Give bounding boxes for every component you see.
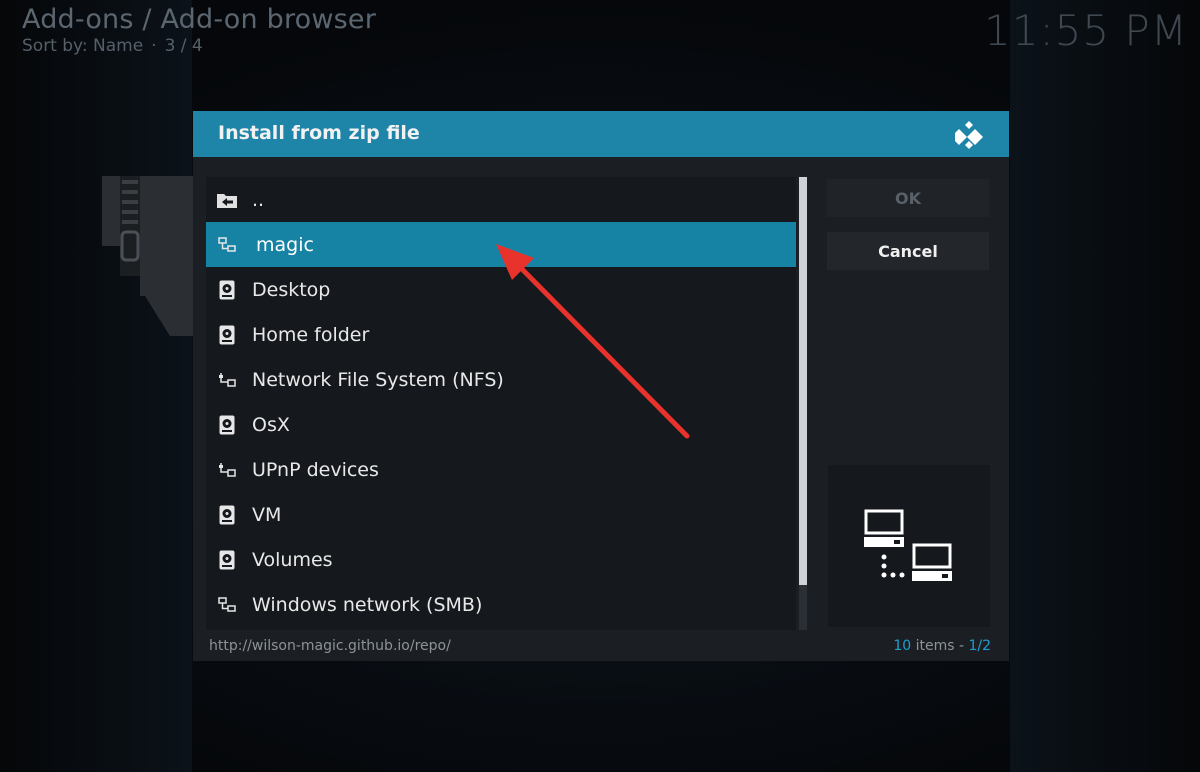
zip-file-icon: [102, 176, 200, 336]
network-share-icon: [216, 594, 238, 616]
list-item-volumes[interactable]: Volumes: [206, 537, 796, 582]
list-item-label: Desktop: [252, 278, 331, 301]
hard-drive-icon: [216, 504, 238, 526]
item-count-page: 1/2: [968, 638, 991, 654]
list-item-label: Windows network (SMB): [252, 593, 483, 616]
hard-drive-icon: [216, 279, 238, 301]
dialog-title: Install from zip file: [218, 122, 420, 144]
list-item-smb[interactable]: Windows network (SMB): [206, 582, 796, 627]
list-item-label: Volumes: [252, 548, 333, 571]
cancel-button[interactable]: Cancel: [827, 232, 989, 270]
list-item-vm[interactable]: VM: [206, 492, 796, 537]
list-item-label: Network File System (NFS): [252, 368, 504, 391]
list-item-desktop[interactable]: Desktop: [206, 267, 796, 312]
list-item-label: OsX: [252, 413, 290, 436]
list-item-home-folder[interactable]: Home folder: [206, 312, 796, 357]
hard-drive-icon: [216, 324, 238, 346]
clock: 11:55 PM: [984, 6, 1188, 55]
dialog-header: Install from zip file: [193, 111, 1009, 157]
list-item-osx[interactable]: OsX: [206, 402, 796, 447]
network-icon: [216, 369, 238, 391]
list-scrollbar[interactable]: [799, 177, 807, 630]
item-count: 10 items - 1/2: [893, 638, 991, 654]
install-from-zip-dialog: Install from zip file .. magic Desktop H…: [193, 111, 1009, 661]
breadcrumb: Add-ons / Add-on browser: [22, 4, 377, 35]
scrollbar-thumb[interactable]: [799, 177, 807, 585]
network-computers-icon: [864, 509, 952, 581]
item-preview: [828, 465, 990, 627]
item-count-number: 10: [893, 638, 912, 654]
folder-back-icon: [216, 189, 238, 211]
background-left: [0, 0, 192, 772]
ok-button[interactable]: OK: [827, 179, 989, 217]
list-item-label: Home folder: [252, 323, 370, 346]
current-path: http://wilson-magic.github.io/repo/: [209, 638, 451, 654]
sort-status: Sort by: Name · 3 / 4: [22, 36, 203, 56]
item-count-text: items -: [911, 638, 969, 654]
list-item-label: UPnP devices: [252, 458, 379, 481]
file-list[interactable]: .. magic Desktop Home folder Network Fil…: [206, 177, 796, 630]
hard-drive-icon: [216, 414, 238, 436]
list-item-label: magic: [256, 233, 314, 256]
list-item-parent[interactable]: ..: [206, 177, 796, 222]
list-item-upnp[interactable]: UPnP devices: [206, 447, 796, 492]
background-right: [1010, 0, 1200, 772]
hard-drive-icon: [216, 549, 238, 571]
network-icon: [216, 459, 238, 481]
list-item-label: ..: [252, 188, 265, 211]
page-indicator: 3 / 4: [164, 36, 203, 56]
list-item-label: VM: [252, 503, 282, 526]
sort-label[interactable]: Sort by: Name: [22, 36, 143, 56]
kodi-logo-icon: [955, 121, 983, 149]
network-share-icon: [216, 234, 238, 256]
list-item-magic[interactable]: magic: [206, 222, 796, 267]
separator: ·: [151, 36, 157, 56]
list-item-nfs[interactable]: Network File System (NFS): [206, 357, 796, 402]
